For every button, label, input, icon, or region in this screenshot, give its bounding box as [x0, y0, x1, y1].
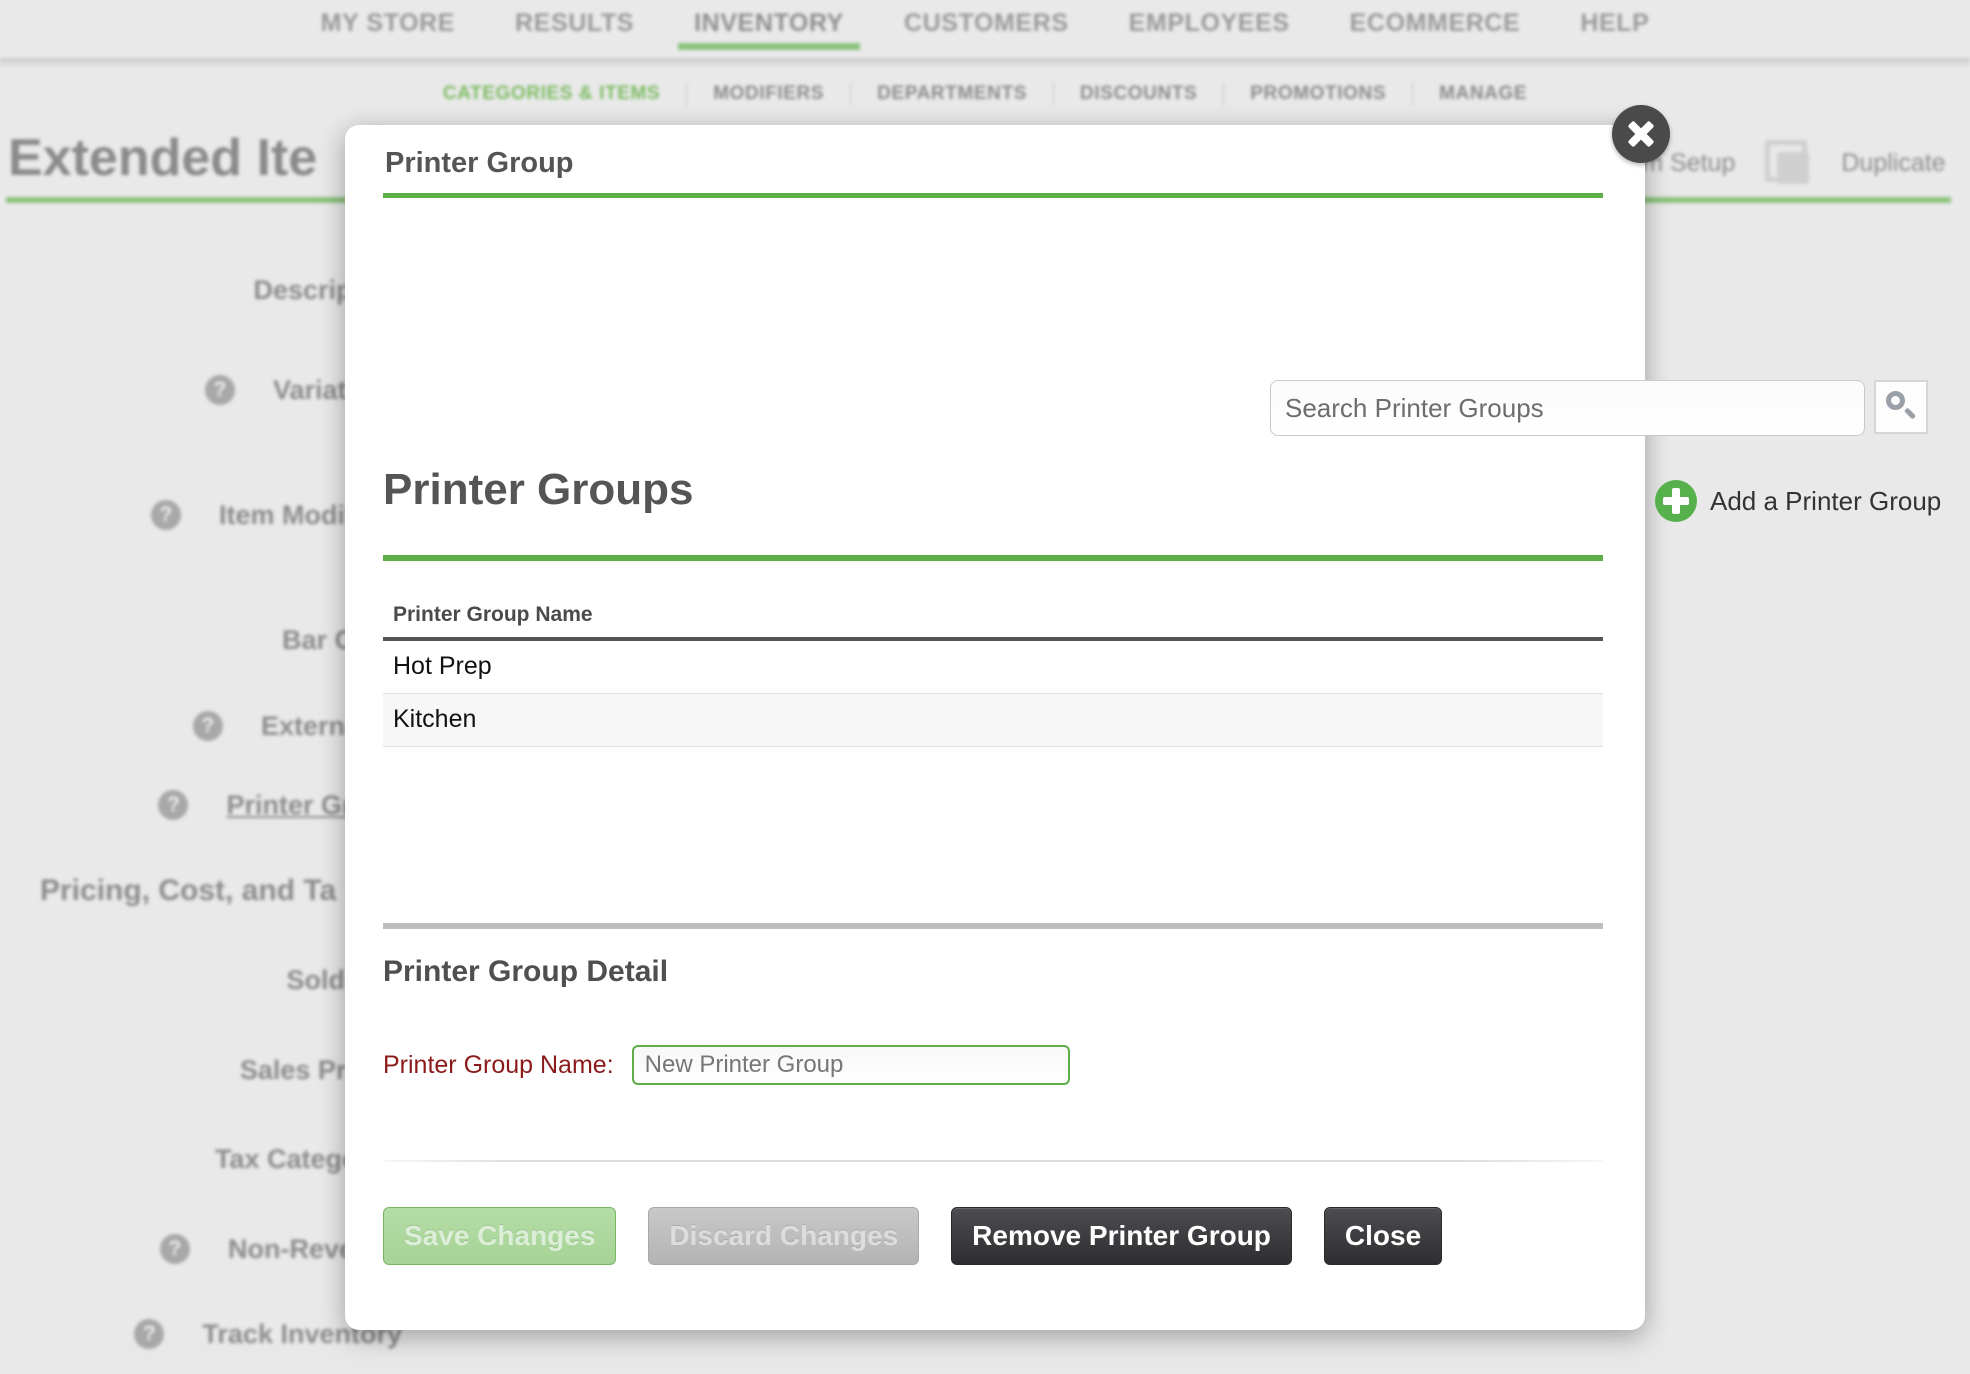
printer-groups-rule: [383, 555, 1603, 561]
topnav-item-my-store[interactable]: MY STORE: [291, 0, 485, 50]
topnav-item-inventory[interactable]: INVENTORY: [664, 0, 874, 50]
help-icon[interactable]: ?: [134, 1319, 165, 1349]
topnav-item-help[interactable]: HELP: [1550, 0, 1679, 50]
detail-section-divider: [383, 923, 1603, 929]
search-area: [1270, 380, 1928, 436]
page-title: Extended Ite: [8, 129, 318, 187]
topnav-label: CUSTOMERS: [903, 9, 1069, 37]
subnav-item-promotions[interactable]: PROMOTIONS: [1224, 83, 1412, 105]
subnav-item-categories-items[interactable]: CATEGORIES & ITEMS: [417, 83, 686, 105]
topnav-item-employees[interactable]: EMPLOYEES: [1099, 0, 1320, 50]
subnav-item-manage[interactable]: MANAGE: [1413, 83, 1553, 105]
topnav-label: INVENTORY: [694, 9, 844, 37]
help-icon[interactable]: ?: [158, 790, 189, 820]
topnav-item-results[interactable]: RESULTS: [485, 0, 664, 50]
topnav-label: EMPLOYEES: [1128, 9, 1290, 37]
topnav-label: MY STORE: [320, 9, 456, 37]
table-row[interactable]: Hot Prep: [383, 641, 1603, 694]
topnav-item-customers[interactable]: CUSTOMERS: [874, 0, 1099, 50]
help-icon[interactable]: ?: [159, 1234, 190, 1264]
duplicate-button[interactable]: Duplicate: [1841, 149, 1945, 178]
table-row[interactable]: Kitchen: [383, 694, 1603, 747]
modal-title: Printer Group: [385, 147, 574, 179]
topnav-label: HELP: [1580, 9, 1650, 37]
subnav-item-departments[interactable]: DEPARTMENTS: [851, 83, 1053, 105]
subnav-item-discounts[interactable]: DISCOUNTS: [1054, 83, 1223, 105]
modal-button-bar: Save Changes Discard Changes Remove Prin…: [383, 1207, 1443, 1265]
close-button[interactable]: Close: [1323, 1207, 1443, 1265]
button-bar-divider: [383, 1160, 1603, 1162]
duplicate-icon: [1765, 140, 1811, 186]
printer-group-name-label: Printer Group Name:: [383, 1050, 614, 1079]
modal-title-rule: [383, 193, 1603, 198]
topnav-label: RESULTS: [515, 9, 635, 37]
save-changes-button[interactable]: Save Changes: [383, 1207, 617, 1265]
add-printer-group-label: Add a Printer Group: [1710, 485, 1942, 516]
sub-navigation: CATEGORIES & ITEMS MODIFIERS DEPARTMENTS…: [0, 72, 1970, 116]
printer-group-name-row: Printer Group Name:: [383, 1045, 1070, 1085]
help-icon[interactable]: ?: [192, 711, 223, 741]
discard-changes-button[interactable]: Discard Changes: [648, 1207, 920, 1265]
top-navigation: MY STORE RESULTS INVENTORY CUSTOMERS EMP…: [0, 0, 1970, 58]
printer-group-modal: Printer Group Printer Groups Add a Print…: [345, 125, 1941, 1330]
remove-printer-group-button[interactable]: Remove Printer Group: [951, 1207, 1292, 1265]
printer-group-name-input[interactable]: [631, 1045, 1070, 1085]
printer-group-detail-heading: Printer Group Detail: [383, 955, 669, 988]
printer-groups-table: Printer Group Name Hot Prep Kitchen: [383, 595, 1603, 747]
search-input[interactable]: [1270, 380, 1865, 436]
table-column-header-name: Printer Group Name: [393, 603, 593, 626]
close-icon[interactable]: [1612, 105, 1670, 163]
topnav-item-ecommerce[interactable]: ECOMMERCE: [1320, 0, 1551, 50]
plus-circle-icon: [1655, 480, 1697, 522]
help-icon[interactable]: ?: [204, 375, 235, 405]
search-icon: [1884, 390, 1918, 424]
topnav-shadow: [0, 58, 1970, 68]
topnav-label: ECOMMERCE: [1349, 9, 1521, 37]
help-icon[interactable]: ?: [150, 500, 181, 530]
printer-groups-heading: Printer Groups: [383, 465, 694, 514]
subnav-item-modifiers[interactable]: MODIFIERS: [687, 83, 850, 105]
search-button[interactable]: [1874, 380, 1928, 434]
add-printer-group-button[interactable]: Add a Printer Group: [1655, 480, 1941, 522]
